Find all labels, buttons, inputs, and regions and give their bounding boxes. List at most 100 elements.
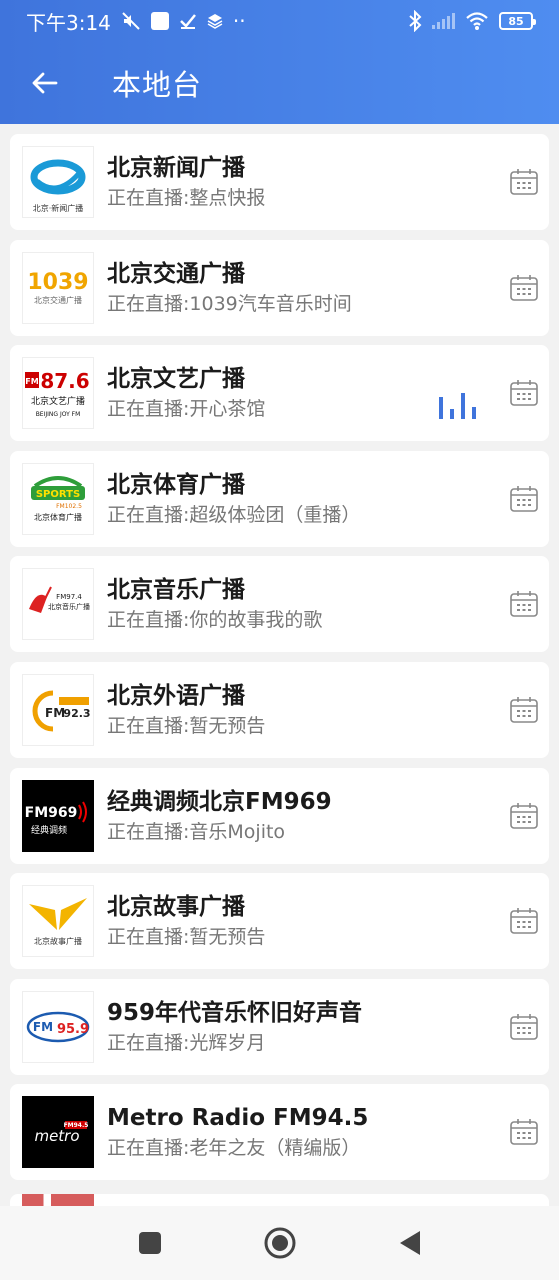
station-name: 北京新闻广播 xyxy=(107,155,245,181)
fm876-logo-icon: FM 87.6 北京文艺广播 BEIJING JOY FM xyxy=(25,369,90,418)
calendar-icon[interactable] xyxy=(509,802,539,830)
station-name: 经典调频北京FM969 xyxy=(107,788,332,815)
calendar-icon[interactable] xyxy=(509,274,539,302)
now-playing: 正在直播:暂无预告 xyxy=(107,926,266,949)
logo-text: 北京体育广播 xyxy=(34,512,82,522)
station-card[interactable]: FM969 经典调频 经典调频北京FM969 正在直播:音乐Mojito xyxy=(10,767,549,864)
cellular-signal-icon xyxy=(432,13,455,29)
status-dots: ·· xyxy=(232,9,246,33)
station-card[interactable]: FM 92.3 北京外语广播 正在直播:暂无预告 xyxy=(10,661,549,758)
system-nav-bar xyxy=(0,1206,559,1280)
equalizer-playing-icon xyxy=(439,393,476,420)
calendar-icon[interactable] xyxy=(509,1118,539,1146)
sports-logo-icon: SPORTS FM102.5 北京体育广播 xyxy=(31,475,85,522)
station-logo: FM97.4 北京音乐广播 xyxy=(22,568,94,641)
station-logo: 1039 北京交通广播 xyxy=(22,251,94,324)
now-playing: 正在直播:老年之友（精编版） xyxy=(107,1137,361,1160)
station-info: 959年代音乐怀旧好声音 正在直播:光辉岁月 xyxy=(107,998,549,1056)
now-playing: 正在直播:音乐Mojito xyxy=(107,820,286,843)
metro-logo-icon: FM94.5 metro xyxy=(34,1121,88,1145)
station-list[interactable]: 北京·新闻广播 北京新闻广播 正在直播:整点快报 1039 北京交通广播 北京交… xyxy=(0,124,559,1206)
station-card[interactable]: 北京·新闻广播 北京新闻广播 正在直播:整点快报 xyxy=(10,134,549,230)
station-name: 北京故事广播 xyxy=(107,894,245,921)
station-info: 北京音乐广播 正在直播:你的故事我的歌 xyxy=(107,575,549,633)
station-logo: FM 87.6 北京文艺广播 BEIJING JOY FM xyxy=(22,357,94,430)
svg-text:FM: FM xyxy=(45,706,65,720)
station-info: 北京新闻广播 正在直播:整点快报 xyxy=(107,153,549,211)
station-info: 北京文艺广播 正在直播:开心茶馆 xyxy=(107,364,549,422)
fm923-logo-icon: FM 92.3 xyxy=(32,690,91,732)
station-card[interactable]: FM 95.9 959年代音乐怀旧好声音 正在直播:光辉岁月 xyxy=(10,978,549,1075)
station-name: 北京文艺广播 xyxy=(107,366,245,393)
station-card-playing[interactable]: FM 87.6 北京文艺广播 BEIJING JOY FM 北京文艺广播 正在直… xyxy=(10,345,549,442)
fm959-logo-icon: FM 95.9 xyxy=(26,1011,90,1042)
calendar-icon[interactable] xyxy=(509,907,539,935)
station-info: Metro Radio FM94.5 正在直播:老年之友（精编版） xyxy=(107,1103,549,1161)
logo-text: 北京故事广播 xyxy=(34,936,82,946)
battery-level: 85 xyxy=(508,14,524,28)
station-logo: SPORTS FM102.5 北京体育广播 xyxy=(22,462,94,535)
station-card[interactable]: 北京故事广播 北京故事广播 正在直播:暂无预告 xyxy=(10,873,549,970)
station-logo: FM 95.9 xyxy=(22,990,94,1063)
logo-text: 北京音乐广播 xyxy=(48,602,90,611)
svg-text:FM: FM xyxy=(33,1020,53,1034)
fm1039-logo-icon: 1039 北京交通广播 xyxy=(27,270,88,305)
station-card[interactable]: FM97.4 北京音乐广播 北京音乐广播 正在直播:你的故事我的歌 xyxy=(10,556,549,653)
calendar-icon[interactable] xyxy=(509,590,539,618)
home-button[interactable] xyxy=(260,1223,300,1263)
status-bar: 下午3:14 ·· 85 xyxy=(0,0,559,42)
station-name: 北京体育广播 xyxy=(107,471,245,498)
calendar-icon[interactable] xyxy=(509,485,539,513)
station-name: 北京交通广播 xyxy=(107,260,245,287)
square-icon xyxy=(138,1232,161,1254)
station-card[interactable]: 1039 北京交通广播 北京交通广播 正在直播:1039汽车音乐时间 xyxy=(10,239,549,336)
back-nav-button[interactable] xyxy=(390,1223,430,1263)
station-info: 北京外语广播 正在直播:暂无预告 xyxy=(107,681,549,739)
status-right: 85 xyxy=(408,10,536,32)
logo-text: 经典调频 xyxy=(31,824,67,836)
header: 下午3:14 ·· 85 本地台 xyxy=(0,0,559,124)
logo-number: FM97.4 xyxy=(56,593,82,601)
station-card[interactable]: SPORTS FM102.5 北京体育广播 北京体育广播 正在直播:超级体验团（… xyxy=(10,450,549,547)
station-name: Metro Radio FM94.5 xyxy=(107,1105,369,1132)
layers-icon xyxy=(207,14,223,29)
now-playing: 正在直播:开心茶馆 xyxy=(107,398,266,421)
station-logo-partial xyxy=(22,1194,94,1206)
logo-text: 北京文艺广播 xyxy=(31,395,85,407)
arrow-left-icon xyxy=(32,72,58,94)
status-time: 下午3:14 xyxy=(26,10,111,35)
page-title: 本地台 xyxy=(112,68,203,102)
station-card-partial[interactable] xyxy=(10,1194,549,1206)
station-name: 北京音乐广播 xyxy=(107,577,245,604)
back-button[interactable] xyxy=(0,42,88,124)
station-name: 959年代音乐怀旧好声音 xyxy=(107,999,363,1026)
app-bar: 本地台 xyxy=(0,42,559,124)
now-playing: 正在直播:暂无预告 xyxy=(107,714,266,737)
fm969-logo-icon: FM969 经典调频 xyxy=(25,801,87,836)
logo-number: 92.3 xyxy=(63,707,90,720)
calendar-icon[interactable] xyxy=(509,379,539,407)
svg-text:FM: FM xyxy=(25,377,38,386)
station-name: 北京外语广播 xyxy=(107,682,245,709)
calendar-icon[interactable] xyxy=(509,1013,539,1041)
story-logo-icon: 北京故事广播 xyxy=(29,898,87,946)
station-info: 北京故事广播 正在直播:暂无预告 xyxy=(107,892,549,950)
logo-number: 1039 xyxy=(27,270,88,295)
station-info: 经典调频北京FM969 正在直播:音乐Mojito xyxy=(107,787,549,845)
now-playing: 正在直播:整点快报 xyxy=(107,187,266,209)
check-icon xyxy=(180,14,196,29)
recents-button[interactable] xyxy=(130,1223,170,1263)
logo-text: metro xyxy=(34,1127,79,1145)
station-logo: FM94.5 metro xyxy=(22,1096,94,1169)
status-left: 下午3:14 ·· xyxy=(26,7,246,36)
now-playing: 正在直播:超级体验团（重播） xyxy=(107,503,361,526)
calendar-icon[interactable] xyxy=(509,696,539,724)
station-card[interactable]: FM94.5 metro Metro Radio FM94.5 正在直播:老年之… xyxy=(10,1084,549,1181)
logo-number: 87.6 xyxy=(40,369,89,393)
calendar-icon[interactable] xyxy=(509,168,539,196)
logo-number: FM969 xyxy=(25,805,78,821)
station-info: 北京体育广播 正在直播:超级体验团（重播） xyxy=(107,470,549,528)
station-logo: 北京故事广播 xyxy=(22,885,94,958)
station-logo: FM969 经典调频 xyxy=(22,779,94,852)
logo-text: 北京·新闻广播 xyxy=(33,203,84,213)
